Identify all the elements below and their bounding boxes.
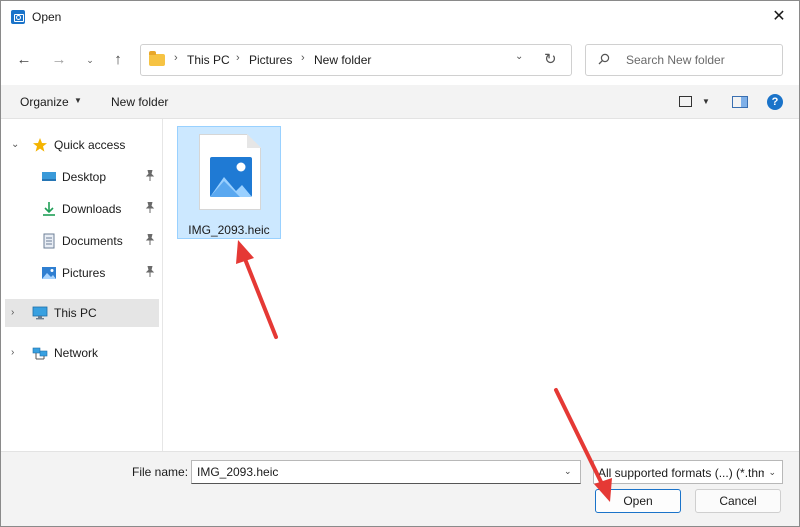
file-name-label: File name: <box>132 465 189 479</box>
pin-icon <box>145 169 155 181</box>
pin-icon <box>145 265 155 277</box>
organize-caret-icon: ▼ <box>74 96 82 105</box>
breadcrumb-separator: › <box>174 52 178 64</box>
search-input[interactable]: Search New folder <box>626 53 725 67</box>
sidebar-item-network[interactable]: › Network <box>5 339 159 367</box>
desktop-icon <box>42 172 56 181</box>
breadcrumb-separator: › <box>301 52 305 64</box>
camera-icon <box>11 10 25 24</box>
expander-chevron-right-icon[interactable]: › <box>11 307 14 318</box>
window-title: Open <box>32 10 62 24</box>
breadcrumb-separator: › <box>236 52 240 64</box>
view-mode-icon[interactable] <box>679 96 692 107</box>
open-file-dialog: Open ✕ ← → ⌄ ↑ › This PC › Pictures › Ne… <box>0 0 800 527</box>
file-item[interactable]: IMG_2093.heic <box>177 126 281 239</box>
pin-icon <box>145 201 155 213</box>
image-file-icon <box>199 134 261 210</box>
file-type-value: All supported formats (...) (*.thm <box>598 466 764 480</box>
open-button[interactable]: Open <box>595 489 681 513</box>
file-dialog-footer: File name: ⌄ All supported formats (...)… <box>1 451 799 526</box>
search-icon <box>598 53 610 65</box>
file-name-dropdown-icon[interactable]: ⌄ <box>564 466 572 477</box>
sidebar-item-quick-access[interactable]: ⌄ Quick access <box>5 131 159 159</box>
download-icon <box>43 202 55 216</box>
close-button[interactable]: ✕ <box>769 7 789 27</box>
pin-icon[interactable] <box>145 201 155 216</box>
file-list: IMG_2093.heic <box>164 119 799 451</box>
sidebar-item-documents[interactable]: Documents <box>5 227 159 255</box>
cancel-button[interactable]: Cancel <box>695 489 781 513</box>
address-dropdown-button[interactable]: ⌄ <box>515 51 523 62</box>
sidebar-item-label: Desktop <box>62 170 107 184</box>
back-button[interactable]: ← <box>13 50 35 70</box>
file-name-label: IMG_2093.heic <box>188 223 270 237</box>
sidebar-item-downloads[interactable]: Downloads <box>5 195 159 223</box>
refresh-button[interactable]: ↻ <box>544 50 557 68</box>
image-thumbnail-icon <box>210 157 252 197</box>
sidebar-item-label: Downloads <box>62 202 122 216</box>
network-icon <box>32 347 48 360</box>
sidebar-item-desktop[interactable]: Desktop <box>5 163 159 191</box>
breadcrumb-this-pc[interactable]: This PC <box>187 53 230 67</box>
search-box[interactable]: Search New folder <box>585 44 783 76</box>
view-options-caret-icon[interactable]: ▼ <box>702 97 710 106</box>
recent-locations-button[interactable]: ⌄ <box>79 50 101 70</box>
pin-icon[interactable] <box>145 169 155 184</box>
pin-icon[interactable] <box>145 233 155 248</box>
sidebar-item-label: Quick access <box>54 138 126 152</box>
sidebar-item-label: Network <box>54 346 99 360</box>
expander-chevron-down-icon[interactable]: ⌄ <box>11 139 19 150</box>
computer-icon <box>32 306 48 320</box>
sidebar-item-label: This PC <box>54 306 97 320</box>
preview-pane-icon[interactable] <box>732 96 748 108</box>
forward-button[interactable]: → <box>48 50 70 70</box>
address-bar[interactable]: › This PC › Pictures › New folder ⌄ ↻ <box>140 44 572 76</box>
up-button[interactable]: ↑ <box>107 50 129 70</box>
file-name-input[interactable] <box>191 460 581 484</box>
folder-icon <box>149 51 165 66</box>
title-bar: Open ✕ <box>1 1 799 33</box>
sidebar-item-label: Documents <box>62 234 123 248</box>
pin-icon <box>145 233 155 245</box>
pin-icon[interactable] <box>145 265 155 280</box>
navigation-pane: ⌄ Quick access Desktop Downloads Documen… <box>1 119 163 451</box>
document-icon <box>43 233 55 249</box>
sidebar-item-label: Pictures <box>62 266 106 280</box>
help-icon[interactable]: ? <box>767 94 783 110</box>
navigation-bar: ← → ⌄ ↑ › This PC › Pictures › New folde… <box>1 33 799 85</box>
command-bar: Organize ▼ New folder ▼ ? <box>1 85 799 119</box>
organize-button[interactable]: Organize <box>20 95 69 109</box>
star-icon <box>33 138 47 152</box>
sidebar-item-pictures[interactable]: Pictures <box>5 259 159 287</box>
new-folder-button[interactable]: New folder <box>111 95 168 109</box>
chevron-down-icon: ⌄ <box>768 467 776 477</box>
expander-chevron-right-icon[interactable]: › <box>11 347 14 358</box>
breadcrumb-new-folder[interactable]: New folder <box>314 53 371 67</box>
pictures-icon <box>42 267 56 279</box>
file-type-select[interactable]: All supported formats (...) (*.thm ⌄ <box>593 460 783 484</box>
sidebar-item-this-pc[interactable]: › This PC <box>5 299 159 327</box>
breadcrumb-pictures[interactable]: Pictures <box>249 53 292 67</box>
